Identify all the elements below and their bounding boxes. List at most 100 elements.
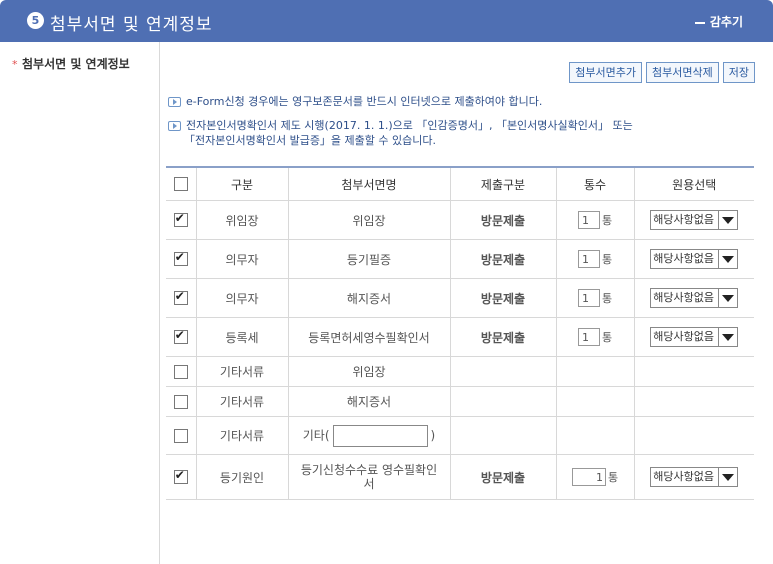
column-header: 첨부서면명 xyxy=(287,166,451,201)
notice-line-cont: 「전자본인서명확인서 발급증」을 제출할 수 있습니다. xyxy=(184,133,436,148)
reuse-select[interactable]: 해당사항없음 xyxy=(650,288,739,308)
notice-line: 전자본인서명확인서 제도 시행(2017. 1. 1.)으로 「인감증명서」, … xyxy=(168,118,633,133)
category-cell: 의무자 xyxy=(195,239,289,279)
count-unit: 통 xyxy=(601,331,613,344)
document-name-cell: 위임장 xyxy=(287,200,451,240)
section-header: 5 첨부서면 및 연계정보 감추기 xyxy=(0,0,773,42)
count-unit: 통 xyxy=(601,214,613,227)
category-cell: 기타서류 xyxy=(195,416,289,455)
section-title: 첨부서면 및 연계정보 xyxy=(50,15,213,35)
notice-text: 「전자본인서명확인서 발급증」을 제출할 수 있습니다. xyxy=(184,134,437,147)
table-row: 기타서류 해지증서 xyxy=(166,386,754,417)
notice-line: e-Form신청 경우에는 영구보존문서를 반드시 인터넷으로 제출하여야 합니… xyxy=(168,94,542,109)
row-checkbox[interactable] xyxy=(173,289,188,306)
count-input[interactable]: 1 xyxy=(577,289,600,307)
reuse-select[interactable]: 해당사항없음 xyxy=(650,467,739,487)
category-cell: 위임장 xyxy=(195,200,289,240)
count-input[interactable]: 1 xyxy=(577,328,600,346)
row-checkbox[interactable] xyxy=(173,468,188,485)
etc-suffix: ) xyxy=(430,428,436,442)
category-cell: 등록세 xyxy=(195,317,289,357)
submit-type-cell: 방문제출 xyxy=(449,454,557,500)
submit-type-cell xyxy=(449,356,557,387)
document-name-cell: 해지증서 xyxy=(287,278,451,318)
submit-type-cell: 방문제출 xyxy=(449,317,557,357)
submit-type-cell xyxy=(449,416,557,455)
submit-type-cell: 방문제출 xyxy=(449,278,557,318)
category-cell: 기타서류 xyxy=(195,356,289,387)
document-name-cell: 등기필증 xyxy=(287,239,451,279)
arrow-icon xyxy=(168,97,181,107)
row-checkbox[interactable] xyxy=(173,211,188,228)
document-name-cell: 위임장 xyxy=(287,356,451,387)
action-buttons: 첨부서면추가 첨부서면삭제 저장 xyxy=(569,62,755,83)
collapse-button[interactable]: 감추기 xyxy=(694,13,743,30)
required-mark: * xyxy=(12,58,18,71)
reuse-select[interactable]: 해당사항없음 xyxy=(650,210,739,230)
field-label: 첨부서면 및 연계정보 xyxy=(22,57,130,71)
row-checkbox[interactable] xyxy=(173,328,188,345)
row-checkbox[interactable] xyxy=(173,364,188,379)
submit-type-cell xyxy=(449,386,557,417)
category-cell: 의무자 xyxy=(195,278,289,318)
reuse-cell xyxy=(633,386,754,417)
category-cell: 기타서류 xyxy=(195,386,289,417)
reuse-select-value: 해당사항없음 xyxy=(653,213,714,226)
column-header: 원용선택 xyxy=(633,166,754,201)
attachment-table: 구분 첨부서면명 제출구분 통수 원용선택 위임장 위임장 방문제출 1통 해당… xyxy=(166,166,754,500)
row-checkbox[interactable] xyxy=(173,394,188,409)
table-row: 기타서류 위임장 xyxy=(166,356,754,387)
table-row: 위임장 위임장 방문제출 1통 해당사항없음 xyxy=(166,200,754,240)
table-row: 의무자 등기필증 방문제출 1통 해당사항없음 xyxy=(166,239,754,279)
count-input[interactable]: 1 xyxy=(571,468,606,486)
count-input[interactable]: 1 xyxy=(577,211,600,229)
category-cell: 등기원인 xyxy=(195,454,289,500)
add-attachment-button[interactable]: 첨부서면추가 xyxy=(569,62,643,83)
count-cell xyxy=(555,386,635,417)
count-unit: 통 xyxy=(601,253,613,266)
count-unit: 통 xyxy=(601,292,613,305)
column-header: 통수 xyxy=(555,166,635,201)
column-header: 제출구분 xyxy=(449,166,557,201)
reuse-cell xyxy=(633,356,754,387)
dropdown-arrow-icon xyxy=(718,211,737,229)
save-button[interactable]: 저장 xyxy=(722,62,755,83)
count-input[interactable]: 1 xyxy=(577,250,600,268)
row-checkbox[interactable] xyxy=(173,250,188,267)
reuse-cell xyxy=(633,416,754,455)
reuse-select-value: 해당사항없음 xyxy=(653,291,714,304)
minus-icon xyxy=(694,21,705,24)
select-all-cell xyxy=(166,166,197,201)
table-row: 등기원인 등기신청수수료 영수필확인서 방문제출 1통 해당사항없음 xyxy=(166,454,754,500)
dropdown-arrow-icon xyxy=(718,328,737,346)
arrow-icon xyxy=(168,121,181,131)
table-row: 기타서류 기타() xyxy=(166,416,754,455)
delete-attachment-button[interactable]: 첨부서면삭제 xyxy=(646,62,719,83)
document-name-cell: 등록면허세영수필확인서 xyxy=(287,317,451,357)
submit-type-cell: 방문제출 xyxy=(449,239,557,279)
dropdown-arrow-icon xyxy=(718,289,737,307)
reuse-select-value: 해당사항없음 xyxy=(653,470,714,483)
etc-name-input[interactable] xyxy=(332,424,428,447)
count-cell xyxy=(555,416,635,455)
document-name-cell: 등기신청수수료 영수필확인서 xyxy=(287,454,451,500)
table-row: 의무자 해지증서 방문제출 1통 해당사항없음 xyxy=(166,278,754,318)
reuse-select[interactable]: 해당사항없음 xyxy=(650,249,739,269)
select-all-checkbox[interactable] xyxy=(173,177,188,192)
notice-text: 전자본인서명확인서 제도 시행(2017. 1. 1.)으로 「인감증명서」, … xyxy=(186,119,633,132)
notice-text: e-Form신청 경우에는 영구보존문서를 반드시 인터넷으로 제출하여야 합니… xyxy=(186,95,543,108)
reuse-select[interactable]: 해당사항없음 xyxy=(650,327,739,347)
etc-prefix: 기타( xyxy=(302,428,330,442)
reuse-select-value: 해당사항없음 xyxy=(653,252,714,265)
collapse-label: 감추기 xyxy=(709,15,743,29)
column-header: 구분 xyxy=(195,166,289,201)
row-checkbox[interactable] xyxy=(173,428,188,443)
document-name-cell: 기타() xyxy=(287,416,451,455)
count-cell xyxy=(555,356,635,387)
count-unit: 통 xyxy=(607,471,619,484)
dropdown-arrow-icon xyxy=(718,468,737,486)
submit-type-cell: 방문제출 xyxy=(449,200,557,240)
document-name-cell: 해지증서 xyxy=(287,386,451,417)
section-number-badge: 5 xyxy=(27,12,44,29)
table-row: 등록세 등록면허세영수필확인서 방문제출 1통 해당사항없음 xyxy=(166,317,754,357)
